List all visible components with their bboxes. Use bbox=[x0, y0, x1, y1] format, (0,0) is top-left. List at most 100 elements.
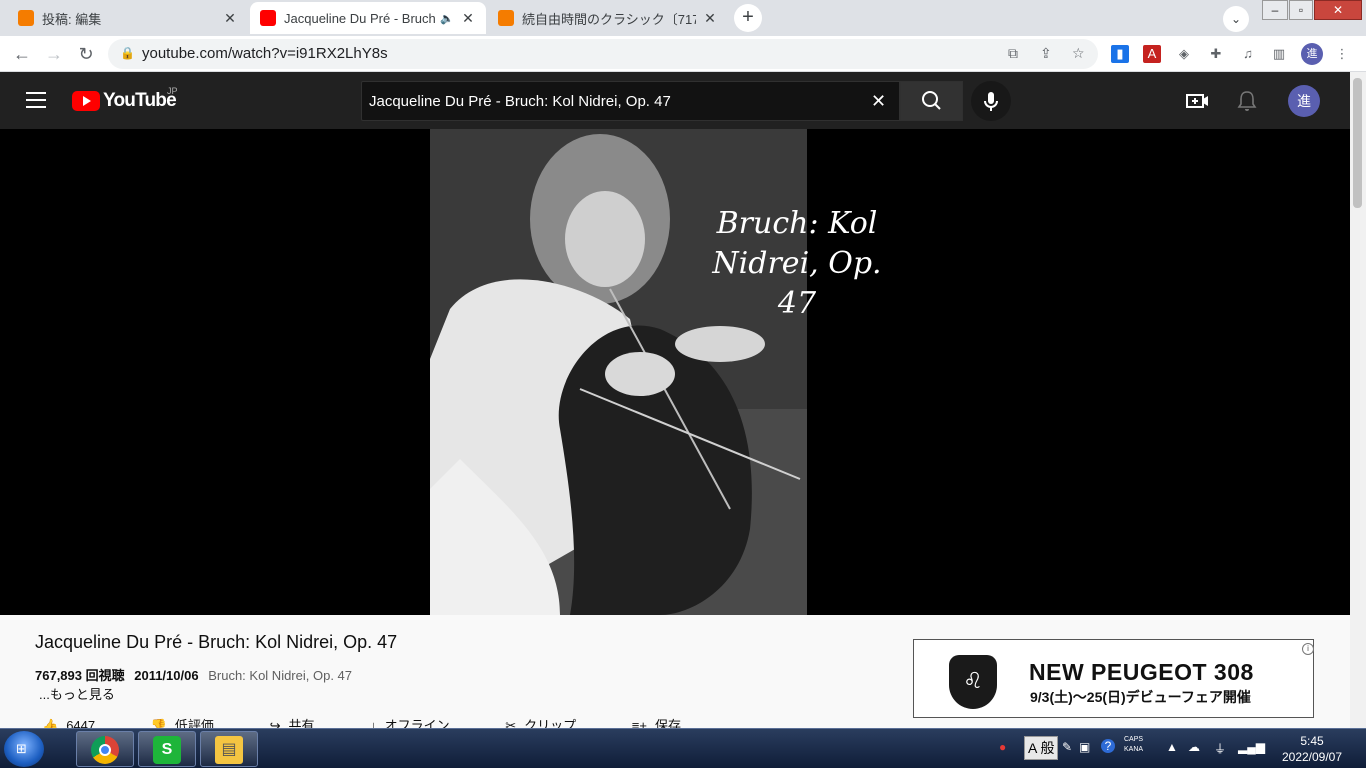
video-title: Jacqueline Du Pré - Bruch: Kol Nidrei, O… bbox=[35, 632, 398, 652]
youtube-favicon-icon bbox=[260, 10, 276, 26]
blogger-favicon-icon bbox=[18, 10, 34, 26]
add-to-playlist-icon: ≡+ bbox=[631, 718, 647, 728]
peugeot-ad-banner[interactable]: ♌ NEW PEUGEOT 308 9/3(土)～25(日)デビューフェア開催 … bbox=[913, 639, 1314, 718]
media-control-icon[interactable]: ♫ bbox=[1239, 45, 1257, 63]
ad-info-icon[interactable]: i bbox=[1302, 643, 1314, 655]
youtube-masthead: YouTube JP Jacqueline Du Pré - Bruch: Ko… bbox=[0, 72, 1350, 129]
reload-icon[interactable]: ↻ bbox=[72, 40, 100, 68]
search-input[interactable]: Jacqueline Du Pré - Bruch: Kol Nidrei, O… bbox=[361, 81, 900, 121]
close-tab-icon[interactable]: ✕ bbox=[702, 10, 718, 27]
browser-profile-avatar[interactable]: 進 bbox=[1301, 43, 1323, 65]
taskbar-chrome[interactable] bbox=[76, 731, 134, 767]
s-app-icon: S bbox=[153, 736, 181, 764]
extensions-puzzle-icon[interactable]: ✚ bbox=[1207, 45, 1225, 63]
start-button[interactable]: ⊞ bbox=[4, 731, 44, 767]
ime-dictionary-icon[interactable]: ▣ bbox=[1079, 740, 1090, 754]
youtube-logo[interactable]: YouTube JP bbox=[72, 86, 178, 111]
forward-icon[interactable]: → bbox=[40, 40, 68, 68]
taskbar-explorer[interactable]: ▤ bbox=[200, 731, 258, 767]
onedrive-cloud-icon[interactable]: ☁ bbox=[1188, 740, 1200, 754]
lock-icon[interactable]: 🔒 bbox=[120, 46, 135, 60]
back-icon[interactable]: ← bbox=[8, 40, 36, 68]
share-arrow-icon: ↪ bbox=[269, 718, 281, 728]
side-panel-icon[interactable]: ▥ bbox=[1270, 45, 1288, 63]
menu-icon[interactable] bbox=[26, 92, 46, 108]
voice-search-button[interactable] bbox=[971, 81, 1011, 121]
save-button[interactable]: ≡+ 保存 bbox=[632, 718, 707, 728]
account-avatar[interactable]: 進 bbox=[1288, 85, 1320, 117]
cellist-photo bbox=[430, 129, 807, 615]
description-snippet: Bruch: Kol Nidrei, Op. 47 bbox=[208, 668, 353, 683]
create-video-icon[interactable] bbox=[1186, 90, 1210, 112]
acrobat-extension-icon[interactable]: A bbox=[1143, 45, 1161, 63]
browser-menu-icon[interactable]: ⋮ bbox=[1333, 45, 1351, 63]
tab-strip: 投稿: 編集 ✕ Jacqueline Du Pré - Bruch 🔈 ✕ 続… bbox=[0, 0, 1366, 36]
new-tab-button[interactable]: + bbox=[734, 4, 762, 32]
power-plug-icon[interactable]: ⏚ bbox=[1214, 740, 1226, 757]
tab-blog-post[interactable]: 続自由時間のクラシック〔717〕 ✕ bbox=[488, 2, 728, 34]
folder-icon: ▤ bbox=[215, 736, 243, 764]
caps-kana-indicator: CAPS KANA bbox=[1124, 736, 1144, 753]
action-bar: 👍 6447 👎 低評価 ↪ 共有 ↓ オフライン ✂ クリップ ≡+ 保存 ... bbox=[42, 715, 773, 728]
like-button[interactable]: 👍 6447 bbox=[42, 718, 121, 728]
scrollbar-thumb[interactable] bbox=[1353, 78, 1362, 208]
ime-tool-icon[interactable]: ✎ bbox=[1062, 740, 1072, 754]
clock-time: 5:45 bbox=[1300, 734, 1324, 748]
show-more-link[interactable]: ...もっと見る bbox=[39, 684, 115, 703]
video-frame-image bbox=[430, 129, 807, 615]
audio-playing-icon[interactable]: 🔈 bbox=[440, 12, 454, 25]
view-count: 767,893 回視聴 bbox=[35, 668, 125, 683]
search-icon bbox=[922, 91, 941, 110]
share-button[interactable]: ↪ 共有 bbox=[270, 718, 341, 728]
tab-search-chevron-icon[interactable]: ⌄ bbox=[1223, 6, 1249, 32]
minimize-button[interactable]: – bbox=[1262, 0, 1288, 20]
clip-button[interactable]: ✂ クリップ bbox=[505, 718, 602, 728]
maximize-button[interactable]: ▫ bbox=[1289, 0, 1313, 20]
tab-title: 投稿: 編集 bbox=[42, 11, 102, 27]
offline-button[interactable]: ↓ オフライン bbox=[370, 718, 476, 728]
taskbar-app-s[interactable]: S bbox=[138, 731, 196, 767]
show-hidden-icons-arrow-icon[interactable]: ▲ bbox=[1166, 740, 1178, 754]
region-badge: JP bbox=[167, 86, 178, 96]
address-bar[interactable]: 🔒 youtube.com/watch?v=i91RX2LhY8s ⧉ ⇪ ☆ bbox=[108, 39, 1098, 69]
tab-youtube[interactable]: Jacqueline Du Pré - Bruch 🔈 ✕ bbox=[250, 2, 486, 34]
page-scrollbar[interactable] bbox=[1350, 72, 1366, 728]
dislike-button[interactable]: 👎 低評価 bbox=[151, 718, 240, 728]
help-icon[interactable]: ? bbox=[1101, 739, 1115, 753]
open-in-app-icon[interactable]: ⧉ bbox=[1008, 45, 1018, 62]
url-text: youtube.com/watch?v=i91RX2LhY8s bbox=[142, 45, 388, 62]
blogger-favicon-icon bbox=[498, 10, 514, 26]
ad-subline: 9/3(土)～25(日)デビューフェア開催 bbox=[1030, 689, 1251, 705]
search-button[interactable] bbox=[900, 81, 963, 121]
close-window-button[interactable]: ✕ bbox=[1314, 0, 1362, 20]
network-signal-icon[interactable]: ▂▄▆ bbox=[1238, 740, 1265, 754]
system-clock[interactable]: 5:45 2022/09/07 bbox=[1272, 733, 1352, 765]
logo-wordmark: YouTube bbox=[103, 90, 177, 111]
windows-logo-icon: ⊞ bbox=[16, 741, 27, 756]
video-player[interactable]: Bruch: Kol Nidrei, Op. 47 bbox=[0, 129, 1350, 615]
close-tab-icon[interactable]: ✕ bbox=[460, 10, 476, 27]
clear-search-icon[interactable]: ✕ bbox=[871, 91, 886, 112]
video-meta: 767,893 回視聴 2011/10/06 Bruch: Kol Nidrei… bbox=[35, 665, 352, 684]
clock-date: 2022/09/07 bbox=[1281, 750, 1343, 764]
dropbox-extension-icon[interactable]: ◈ bbox=[1175, 45, 1193, 63]
share-icon[interactable]: ⇪ bbox=[1040, 45, 1052, 62]
browser-toolbar: ← → ↻ 🔒 youtube.com/watch?v=i91RX2LhY8s … bbox=[0, 36, 1366, 72]
extension-bookmark-icon[interactable]: ▮ bbox=[1111, 45, 1129, 63]
ime-indicator[interactable]: A 般 bbox=[1024, 736, 1059, 760]
download-icon: ↓ bbox=[370, 718, 377, 728]
microphone-icon bbox=[984, 92, 998, 111]
notifications-bell-icon[interactable] bbox=[1235, 90, 1259, 112]
tab-blogger-edit[interactable]: 投稿: 編集 ✕ bbox=[8, 2, 248, 34]
close-tab-icon[interactable]: ✕ bbox=[222, 10, 238, 27]
notification-pin-icon[interactable]: ● bbox=[999, 740, 1006, 754]
chrome-icon bbox=[91, 736, 119, 764]
search-query-text: Jacqueline Du Pré - Bruch: Kol Nidrei, O… bbox=[369, 93, 671, 110]
tab-title: Jacqueline Du Pré - Bruch bbox=[284, 10, 436, 26]
thumbs-up-icon: 👍 bbox=[42, 718, 59, 728]
scissors-icon: ✂ bbox=[505, 718, 517, 728]
bookmark-star-icon[interactable]: ☆ bbox=[1072, 45, 1085, 62]
windows-taskbar: ⊞ S ▤ ● A 般 ✎ ▣ ? CAPS KANA ▲ ☁ ⏚ ▂▄▆ 5:… bbox=[0, 728, 1366, 768]
tab-title: 続自由時間のクラシック〔717〕 bbox=[522, 11, 696, 27]
more-actions-button[interactable]: ... bbox=[737, 718, 748, 728]
